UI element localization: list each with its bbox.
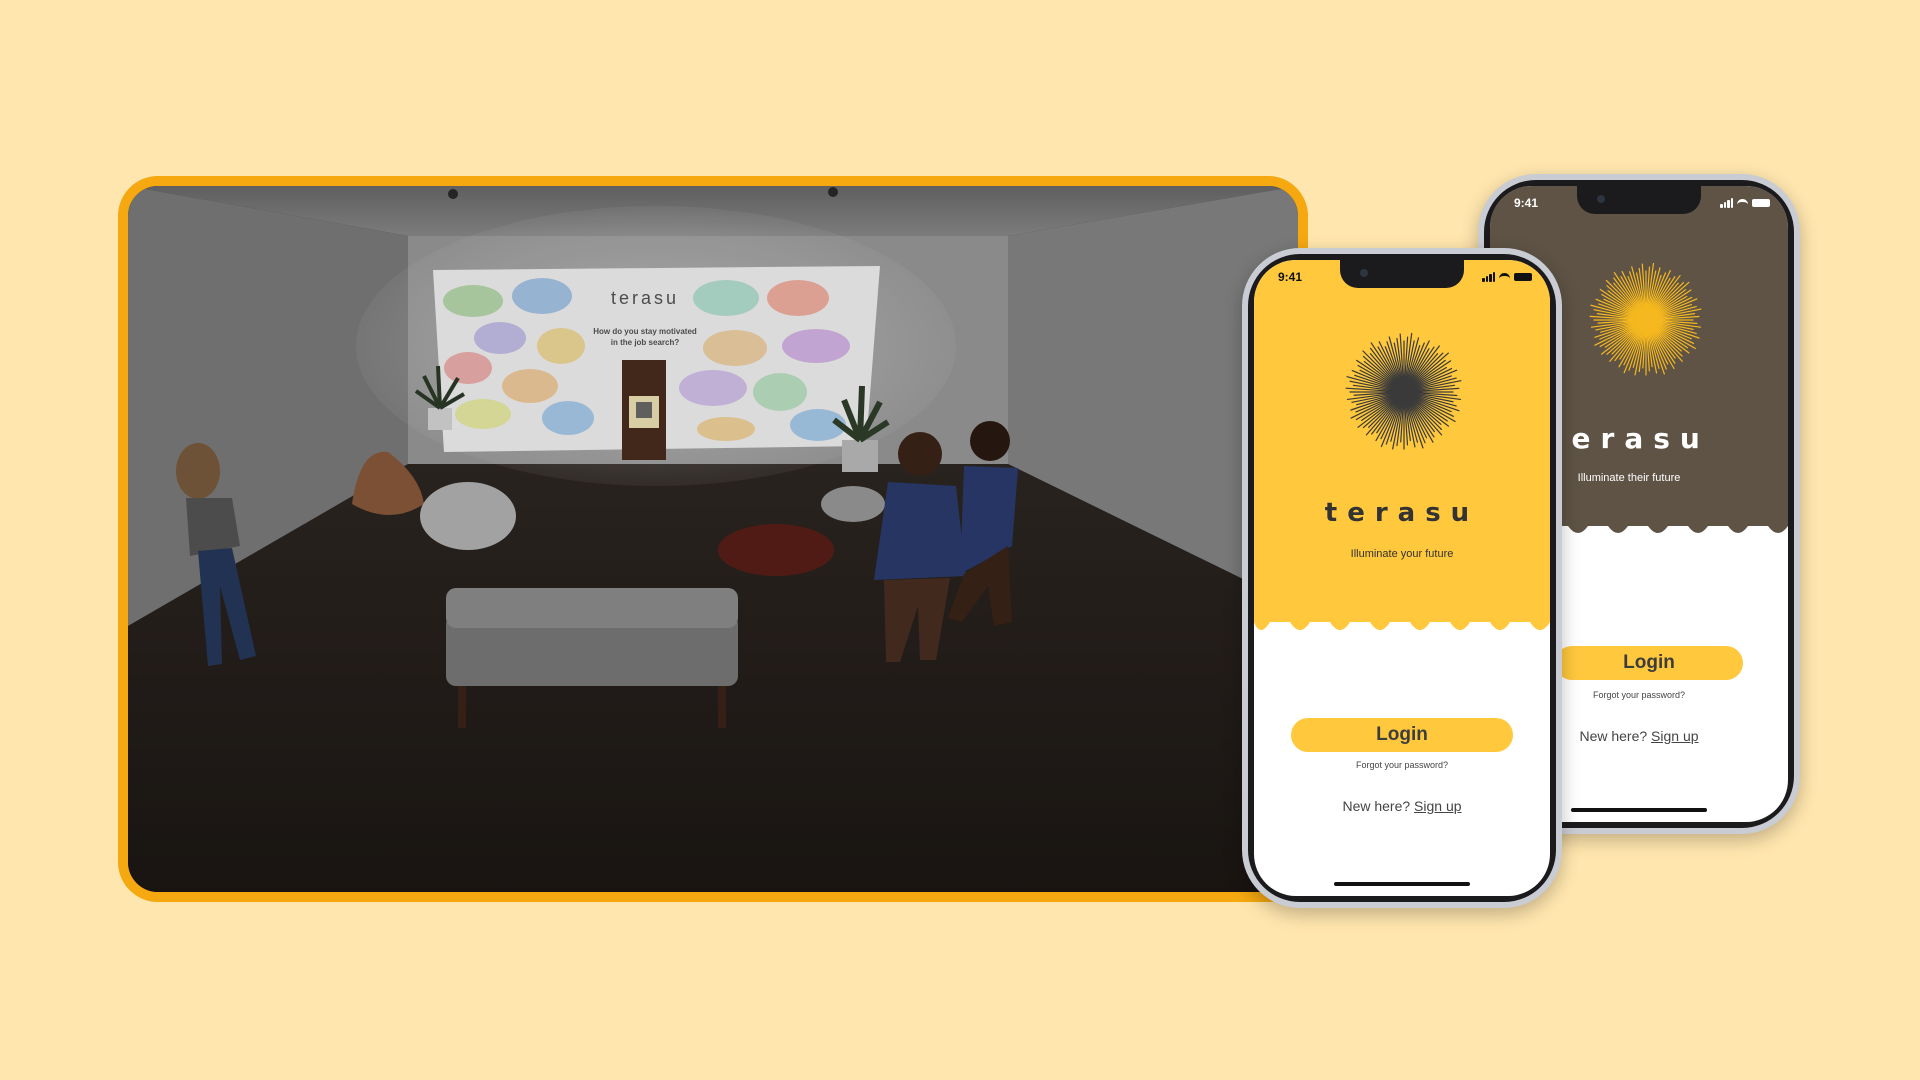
home-indicator	[1571, 808, 1707, 812]
phone-notch	[1577, 186, 1701, 214]
scene-vignette	[128, 186, 1298, 892]
phone-screen: 9:41 terasu Illuminate your future Login…	[1254, 260, 1550, 896]
status-time: 9:41	[1278, 270, 1303, 284]
signup-link[interactable]: Sign up	[1651, 728, 1698, 744]
new-here-text: New here?	[1579, 728, 1648, 744]
sunburst-ray	[1649, 323, 1683, 357]
room-scene: terasu How do you stay motivated in the …	[128, 186, 1298, 892]
signup-prompt: New here? Sign up	[1254, 798, 1550, 814]
hero-wave-edge	[1254, 614, 1550, 630]
signal-icon	[1482, 272, 1495, 282]
signup-link[interactable]: Sign up	[1414, 798, 1461, 814]
signal-icon	[1720, 198, 1733, 208]
sunburst-logo-icon	[1589, 262, 1702, 376]
camera-icon	[1597, 195, 1605, 203]
app-tagline: Illuminate your future	[1350, 548, 1454, 560]
room-render-card: terasu How do you stay motivated in the …	[118, 176, 1308, 902]
camera-icon	[1360, 269, 1368, 277]
status-icons	[1482, 272, 1532, 282]
wifi-icon	[1737, 199, 1748, 207]
login-button[interactable]: Login	[1555, 646, 1743, 680]
forgot-password-link[interactable]: Forgot your password?	[1254, 760, 1550, 770]
battery-icon	[1752, 199, 1770, 207]
battery-icon	[1514, 273, 1532, 281]
app-brand-title: terasu	[1324, 498, 1480, 528]
sunburst-logo-icon	[1345, 332, 1462, 450]
new-here-text: New here?	[1342, 798, 1411, 814]
phone-mockup-yellow: 9:41 terasu Illuminate your future Login…	[1242, 248, 1562, 908]
wifi-icon	[1499, 273, 1510, 281]
phone-notch	[1340, 260, 1464, 288]
login-button[interactable]: Login	[1291, 718, 1513, 752]
status-time: 9:41	[1514, 196, 1539, 210]
status-icons	[1720, 198, 1770, 208]
home-indicator	[1334, 882, 1470, 886]
